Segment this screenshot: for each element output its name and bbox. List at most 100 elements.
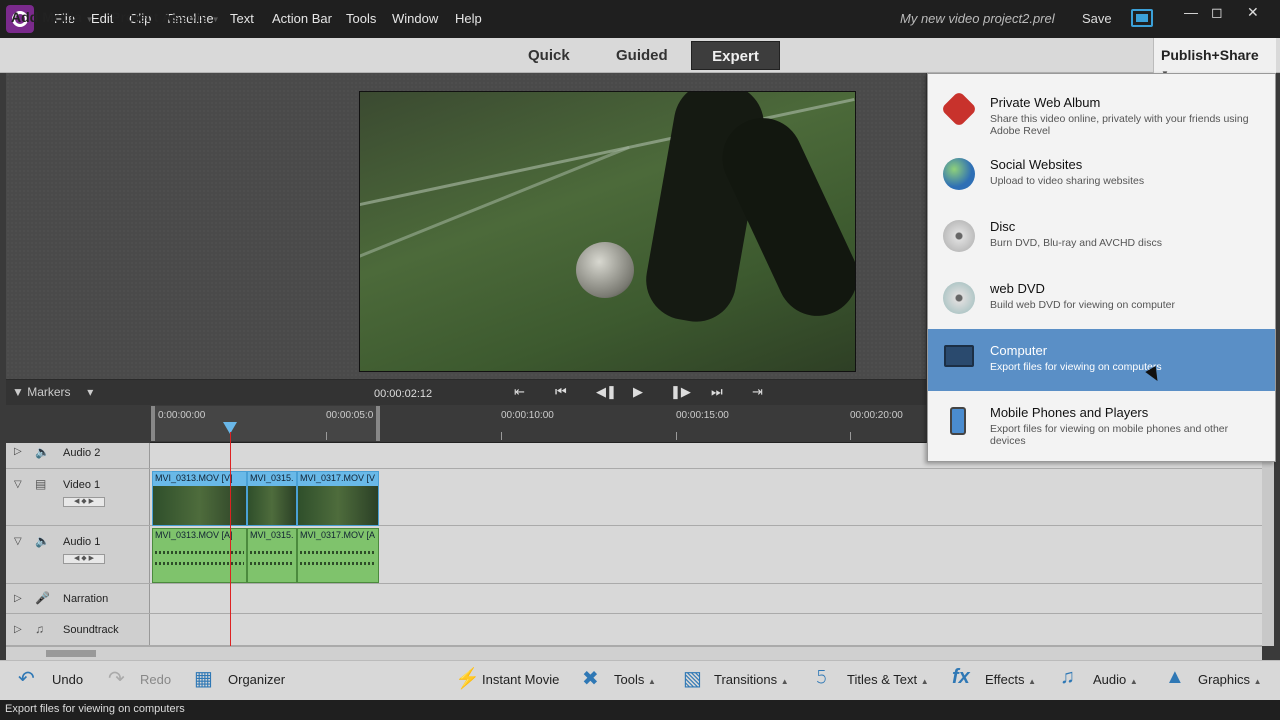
expand-triangle-icon[interactable]: ▷ <box>14 593 22 604</box>
ruler-tick <box>501 432 502 440</box>
maximize-icon[interactable]: ◻ <box>1211 4 1223 21</box>
soundtrack-icon[interactable]: ♫ <box>35 622 44 636</box>
video-clip[interactable]: MVI_0315. <box>247 471 297 526</box>
markers-dropdown[interactable]: ▼ Markers ▾ <box>12 385 93 399</box>
keyframe-controls[interactable]: ◀ ◆ ▶ <box>63 497 105 507</box>
menu-item-social-websites[interactable] <box>928 143 1275 205</box>
audio-clip[interactable]: MVI_0313.MOV [A] <box>152 528 247 583</box>
expand-triangle-icon[interactable]: ▷ <box>14 624 22 635</box>
horizontal-scrollbar[interactable] <box>6 646 1262 660</box>
graphics-button[interactable]: Graphics ▲ <box>1198 672 1262 687</box>
transitions-button[interactable]: Transitions ▲ <box>714 672 789 687</box>
menu-window[interactable]: Window <box>392 11 438 26</box>
audio-clip[interactable]: MVI_0317.MOV [A <box>297 528 379 583</box>
film-icon[interactable]: ▤ <box>35 477 46 491</box>
step-back-icon[interactable]: ◀❚ <box>596 384 617 400</box>
menu-item-title: Mobile Phones and Players <box>990 405 1149 420</box>
step-forward-icon[interactable]: ❚▶ <box>670 384 691 400</box>
tab-guided[interactable]: Guided <box>598 41 686 70</box>
clip-label: MVI_0315. <box>250 530 294 540</box>
menu-tools[interactable]: Tools <box>346 11 376 26</box>
add-media-button[interactable]: Add Media ▼ <box>11 9 94 25</box>
chevron-down-icon: ▼ <box>85 15 94 24</box>
go-to-start-icon[interactable]: ⏮ <box>555 384 567 400</box>
tools-button[interactable]: Tools ▲ <box>614 672 656 687</box>
go-to-out-icon[interactable]: ⇥ <box>752 384 763 400</box>
organizer-button[interactable]: Organizer <box>228 672 285 687</box>
scroll-thumb[interactable] <box>46 650 96 657</box>
transitions-label: Transitions <box>714 672 778 687</box>
keyframe-controls[interactable]: ◀ ◆ ▶ <box>63 554 105 564</box>
titles-icon[interactable]: 𝟻 <box>815 666 828 689</box>
go-to-end-icon[interactable]: ⏭ <box>711 384 723 400</box>
titles-text-button[interactable]: Titles & Text ▲ <box>847 672 929 687</box>
ruler-tick <box>850 432 851 440</box>
ruler-label: 00:00:05:0 <box>326 410 374 421</box>
organizer-icon[interactable]: ▦ <box>194 666 213 691</box>
instant-movie-button[interactable]: Instant Movie <box>482 672 559 687</box>
menu-item-disc[interactable] <box>928 205 1275 267</box>
save-button[interactable]: Save <box>1082 11 1112 26</box>
track-row-soundtrack <box>6 614 1262 646</box>
play-icon[interactable]: ▶ <box>633 384 643 400</box>
menu-item-desc: Burn DVD, Blu-ray and AVCHD discs <box>990 237 1162 249</box>
add-media-label: Add Media <box>11 9 82 25</box>
clip-label: MVI_0313.MOV [A] <box>155 530 233 540</box>
project-assets-button[interactable]: Project Assets ▼ <box>111 9 220 25</box>
vertical-scrollbar[interactable] <box>1262 443 1274 646</box>
audio-icon[interactable]: ♫ <box>1060 666 1075 689</box>
audio-clip[interactable]: MVI_0315. <box>247 528 297 583</box>
track-name: Narration <box>63 593 109 605</box>
globe-icon <box>943 158 975 190</box>
transitions-icon[interactable]: ▧ <box>683 666 702 691</box>
menu-action-bar[interactable]: Action Bar <box>272 11 332 26</box>
effects-label: Effects <box>985 672 1025 687</box>
video-clip[interactable]: MVI_0317.MOV [V <box>297 471 379 526</box>
phone-icon <box>950 407 966 435</box>
redo-button[interactable]: Redo <box>140 672 171 687</box>
undo-icon[interactable]: ↶ <box>18 666 35 691</box>
menu-item-desc: Upload to video sharing websites <box>990 175 1145 187</box>
menu-item-desc: Share this video online, privately with … <box>990 113 1249 137</box>
collapse-triangle-icon[interactable]: ▽ <box>14 536 22 547</box>
instant-movie-icon[interactable]: ⚡ <box>455 666 480 691</box>
timecode-display[interactable]: 00:00:02:12 <box>374 388 432 400</box>
audio-button[interactable]: Audio ▲ <box>1093 672 1138 687</box>
graphics-icon[interactable]: ▲ <box>1165 666 1185 689</box>
tools-label: Tools <box>614 672 645 687</box>
clip-label: MVI_0313.MOV [V] <box>153 472 246 486</box>
effects-button[interactable]: Effects ▲ <box>985 672 1036 687</box>
speaker-icon[interactable]: 🔈 <box>35 534 50 548</box>
go-to-in-icon[interactable]: ⇤ <box>514 384 525 400</box>
fullscreen-icon[interactable] <box>1131 9 1153 27</box>
menu-item-title: Disc <box>990 219 1016 234</box>
menu-item-title: Private Web Album <box>990 95 1101 110</box>
effects-icon[interactable]: fx <box>952 666 970 689</box>
undo-button[interactable]: Undo <box>52 672 83 687</box>
video-clip[interactable]: MVI_0313.MOV [V] <box>152 471 247 526</box>
speaker-icon[interactable]: 🔈 <box>35 445 50 459</box>
menu-text[interactable]: Text <box>230 11 254 26</box>
collapse-triangle-icon[interactable]: ▽ <box>14 479 22 490</box>
ruler-label: 00:00:15:00 <box>676 410 729 421</box>
ruler-tick <box>326 432 327 440</box>
track-name: Video 1 <box>63 479 101 491</box>
redo-icon[interactable]: ↷ <box>108 666 125 691</box>
video-preview[interactable] <box>359 91 856 372</box>
status-bar: Export files for viewing on computers <box>0 700 1280 720</box>
web-dvd-icon <box>943 282 975 314</box>
menu-help[interactable]: Help <box>455 11 482 26</box>
tools-icon[interactable]: ✖ <box>582 666 599 691</box>
menu-item-web-dvd[interactable] <box>928 267 1275 329</box>
project-assets-label: Project Assets <box>111 9 208 25</box>
close-icon[interactable]: ✕ <box>1247 4 1259 21</box>
publish-share-button[interactable]: Publish+Share ▼ <box>1153 38 1276 78</box>
track-name: Audio 1 <box>63 536 101 548</box>
menu-item-computer[interactable] <box>928 329 1275 391</box>
minimize-icon[interactable]: — <box>1184 4 1198 20</box>
tab-expert[interactable]: Expert <box>691 41 780 70</box>
microphone-icon[interactable]: 🎤 <box>35 591 50 605</box>
tab-quick[interactable]: Quick <box>510 41 588 70</box>
chevron-down-icon: ▼ <box>211 15 220 24</box>
expand-triangle-icon[interactable]: ▷ <box>14 446 22 457</box>
